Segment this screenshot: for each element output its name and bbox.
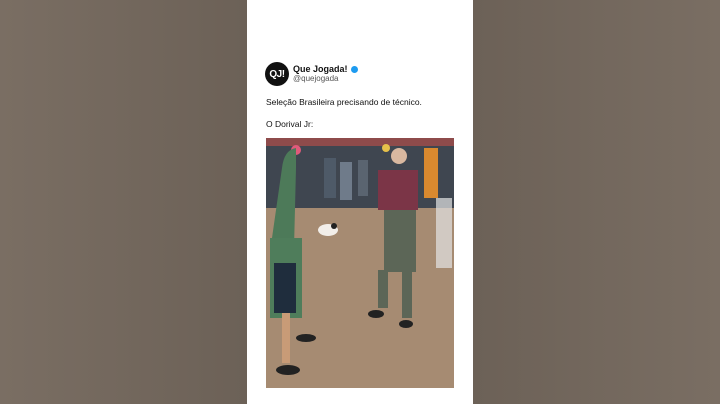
account-display-name[interactable]: Que Jogada! <box>293 64 348 74</box>
tweet-media-video[interactable] <box>266 138 454 388</box>
tweet-text: Seleção Brasileira precisando de técnico… <box>266 97 422 107</box>
verified-badge-icon <box>350 65 358 73</box>
account-handle[interactable]: @quejogada <box>293 74 339 83</box>
tweet-header: QJ! Que Jogada! @quejogada <box>265 62 455 88</box>
blurred-background-left <box>0 0 247 404</box>
name-row: Que Jogada! <box>293 64 358 74</box>
account-avatar[interactable]: QJ! <box>265 62 289 86</box>
tweet-caption: O Dorival Jr: <box>266 119 314 129</box>
blurred-background-right <box>473 0 720 404</box>
video-still-icon <box>266 138 454 388</box>
tweet-card: QJ! Que Jogada! @quejogada Seleção Brasi… <box>247 0 473 404</box>
